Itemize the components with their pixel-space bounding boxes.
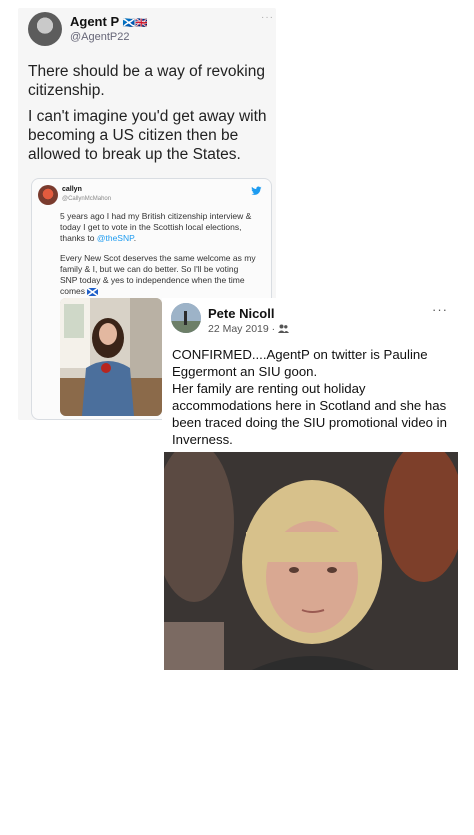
tweet-text-line: becoming a US citizen then be bbox=[28, 127, 239, 144]
post-text-line: accommodations here in Scotland and she … bbox=[172, 398, 447, 413]
scotland-flag-icon bbox=[86, 287, 99, 297]
quoted-photo[interactable] bbox=[60, 298, 162, 416]
quoted-handle[interactable]: @CallynMcMahon bbox=[62, 196, 111, 202]
quoted-text-line: comes bbox=[60, 286, 260, 297]
quoted-avatar[interactable] bbox=[38, 185, 58, 205]
flag-icons: 🏴󠁧󠁢󠁳󠁣󠁴󠁿🇬🇧 bbox=[122, 18, 148, 29]
friends-icon bbox=[278, 324, 290, 333]
avatar[interactable] bbox=[171, 303, 201, 333]
tweet-author-name[interactable]: Agent P 🏴󠁧󠁢󠁳󠁣󠁴󠁿🇬🇧 bbox=[70, 14, 147, 29]
more-options-icon[interactable]: ··· bbox=[261, 12, 274, 23]
profile-picture bbox=[171, 303, 201, 333]
quoted-text-line: 5 years ago I had my British citizenship… bbox=[60, 211, 252, 221]
post-text-line: Eggermont an SIU goon. bbox=[172, 364, 318, 379]
post-author-name[interactable]: Pete Nicoll bbox=[208, 306, 274, 321]
quoted-text-line: thanks to @theSNP. bbox=[60, 233, 260, 244]
avatar[interactable] bbox=[28, 12, 62, 46]
tweet-text-line: allowed to break up the States. bbox=[28, 146, 241, 163]
mention-link[interactable]: @theSNP bbox=[97, 233, 134, 243]
quoted-text-line: SNP today & yes to independence when the… bbox=[60, 275, 245, 285]
twitter-bird-icon bbox=[251, 186, 262, 195]
tweet-text-line: I can't imagine you'd get away with bbox=[28, 108, 267, 125]
post-photo[interactable] bbox=[164, 452, 458, 670]
post-date[interactable]: 22 May 2019 · bbox=[208, 323, 290, 335]
tweet-handle[interactable]: @AgentP22 bbox=[70, 31, 130, 43]
author-name-text: Agent P bbox=[70, 14, 119, 29]
post-date-text: 22 May 2019 · bbox=[208, 323, 279, 335]
post-text-line: Inverness. bbox=[172, 432, 233, 447]
more-options-icon[interactable]: ··· bbox=[432, 302, 448, 317]
quoted-text-line: Every New Scot deserves the same welcome… bbox=[60, 253, 256, 263]
quoted-text-line: family & I, but we can do better. So I'l… bbox=[60, 264, 239, 274]
quoted-author-name[interactable]: callyn bbox=[62, 186, 82, 193]
text-segment: . bbox=[133, 233, 137, 243]
text-segment: thanks to bbox=[60, 233, 97, 243]
post-text-line: Her family are renting out holiday bbox=[172, 381, 366, 396]
text-segment: comes bbox=[60, 286, 86, 296]
woman-photo-illustration bbox=[164, 452, 458, 670]
tweet-text-line: citizenship. bbox=[28, 82, 105, 99]
tweet-text-line: There should be a way of revoking bbox=[28, 63, 265, 80]
post-text-line: been traced doing the SIU promotional vi… bbox=[172, 415, 447, 430]
quoted-text-line: today I get to vote in the Scottish loca… bbox=[60, 222, 242, 232]
post-text-line: CONFIRMED....AgentP on twitter is Paulin… bbox=[172, 347, 428, 362]
person-photo-illustration bbox=[60, 298, 162, 416]
